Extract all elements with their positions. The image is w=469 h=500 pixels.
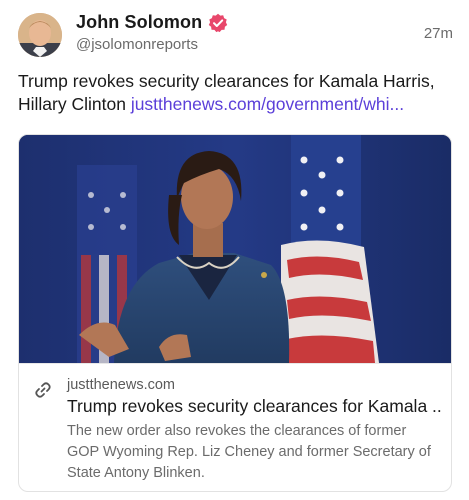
post-header: John Solomon @jsolomonreports 27m: [18, 11, 453, 57]
name-row: John Solomon: [76, 12, 228, 33]
avatar-photo: [18, 13, 62, 57]
author-handle[interactable]: @jsolomonreports: [76, 36, 198, 53]
link-icon: [33, 380, 53, 400]
post-timestamp[interactable]: 27m: [424, 25, 453, 42]
card-domain: justthenews.com: [67, 377, 175, 393]
post: John Solomon @jsolomonreports 27m Trump …: [0, 0, 469, 500]
verified-badge-icon: [208, 13, 228, 33]
link-card-meta: justthenews.com Trump revokes security c…: [19, 363, 451, 491]
article-photo: [19, 135, 451, 363]
author-name[interactable]: John Solomon: [76, 12, 202, 33]
avatar[interactable]: [18, 13, 62, 57]
card-title[interactable]: Trump revokes security clearances for Ka…: [67, 396, 441, 417]
post-text: Trump revokes security clearances for Ka…: [18, 70, 458, 116]
link-card[interactable]: justthenews.com Trump revokes security c…: [18, 134, 452, 492]
post-link[interactable]: justthenews.com/government/whi...: [131, 94, 404, 114]
card-description: The new order also revokes the clearance…: [67, 423, 431, 481]
